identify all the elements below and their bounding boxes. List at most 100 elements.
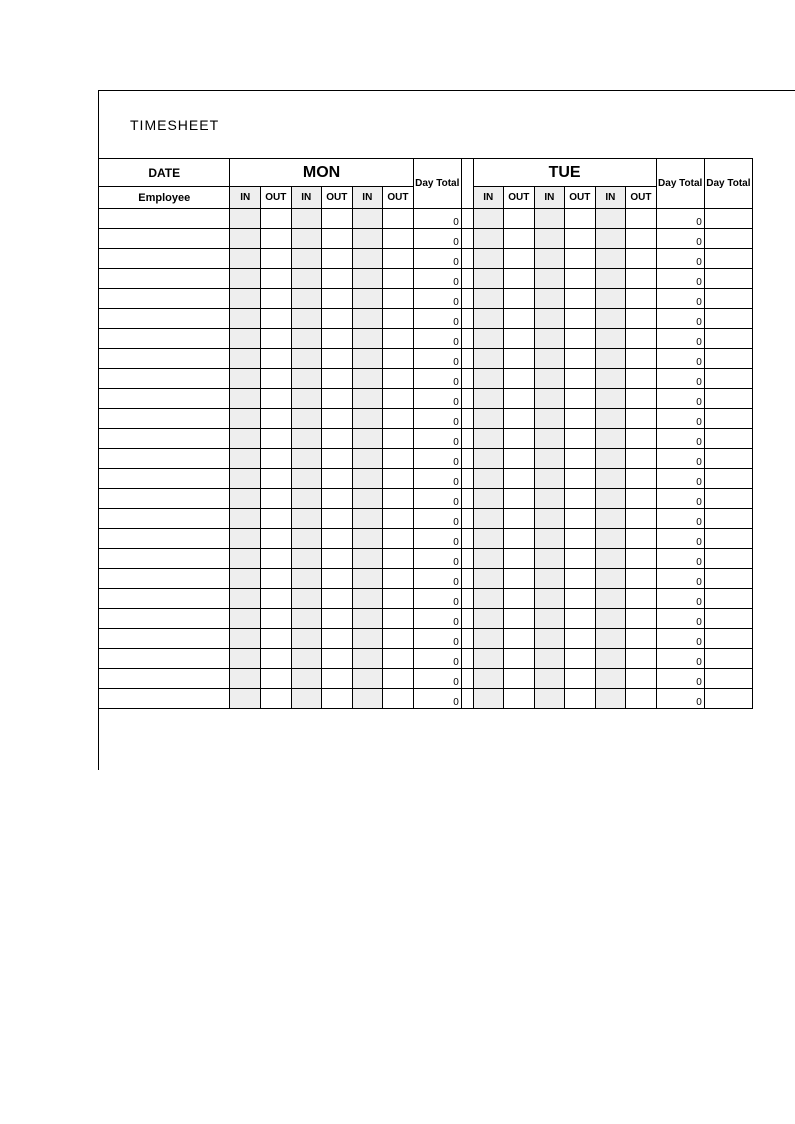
in-cell[interactable]	[352, 269, 383, 289]
employee-cell[interactable]	[99, 569, 230, 589]
employee-cell[interactable]	[99, 549, 230, 569]
in-cell[interactable]	[230, 529, 261, 549]
in-cell[interactable]	[473, 689, 504, 709]
out-cell[interactable]	[383, 249, 414, 269]
out-cell[interactable]	[504, 449, 535, 469]
out-cell[interactable]	[322, 509, 353, 529]
in-cell[interactable]	[534, 629, 565, 649]
in-cell[interactable]	[595, 449, 626, 469]
employee-cell[interactable]	[99, 429, 230, 449]
in-cell[interactable]	[291, 249, 322, 269]
in-cell[interactable]	[534, 509, 565, 529]
out-cell[interactable]	[383, 289, 414, 309]
out-cell[interactable]	[261, 209, 292, 229]
out-cell[interactable]	[565, 509, 596, 529]
out-cell[interactable]	[261, 349, 292, 369]
in-cell[interactable]	[534, 369, 565, 389]
out-cell[interactable]	[322, 349, 353, 369]
in-cell[interactable]	[291, 229, 322, 249]
in-cell[interactable]	[473, 349, 504, 369]
out-cell[interactable]	[504, 249, 535, 269]
in-cell[interactable]	[534, 429, 565, 449]
employee-cell[interactable]	[99, 229, 230, 249]
out-cell[interactable]	[504, 209, 535, 229]
out-cell[interactable]	[504, 549, 535, 569]
in-cell[interactable]	[473, 329, 504, 349]
out-cell[interactable]	[565, 629, 596, 649]
in-cell[interactable]	[230, 549, 261, 569]
out-cell[interactable]	[565, 229, 596, 249]
in-cell[interactable]	[291, 269, 322, 289]
out-cell[interactable]	[261, 369, 292, 389]
out-cell[interactable]	[626, 249, 657, 269]
in-cell[interactable]	[473, 649, 504, 669]
out-cell[interactable]	[626, 269, 657, 289]
in-cell[interactable]	[595, 229, 626, 249]
in-cell[interactable]	[352, 289, 383, 309]
out-cell[interactable]	[322, 669, 353, 689]
out-cell[interactable]	[504, 389, 535, 409]
in-cell[interactable]	[291, 289, 322, 309]
in-cell[interactable]	[291, 389, 322, 409]
in-cell[interactable]	[291, 669, 322, 689]
out-cell[interactable]	[383, 489, 414, 509]
out-cell[interactable]	[383, 229, 414, 249]
in-cell[interactable]	[230, 289, 261, 309]
out-cell[interactable]	[261, 549, 292, 569]
out-cell[interactable]	[322, 369, 353, 389]
in-cell[interactable]	[534, 289, 565, 309]
in-cell[interactable]	[473, 629, 504, 649]
out-cell[interactable]	[261, 229, 292, 249]
out-cell[interactable]	[383, 309, 414, 329]
in-cell[interactable]	[291, 569, 322, 589]
out-cell[interactable]	[261, 249, 292, 269]
in-cell[interactable]	[534, 409, 565, 429]
out-cell[interactable]	[261, 489, 292, 509]
in-cell[interactable]	[595, 329, 626, 349]
out-cell[interactable]	[626, 589, 657, 609]
out-cell[interactable]	[261, 529, 292, 549]
out-cell[interactable]	[565, 489, 596, 509]
out-cell[interactable]	[322, 529, 353, 549]
in-cell[interactable]	[473, 429, 504, 449]
out-cell[interactable]	[565, 529, 596, 549]
in-cell[interactable]	[595, 609, 626, 629]
in-cell[interactable]	[473, 249, 504, 269]
in-cell[interactable]	[291, 349, 322, 369]
employee-cell[interactable]	[99, 409, 230, 429]
out-cell[interactable]	[565, 669, 596, 689]
in-cell[interactable]	[230, 429, 261, 449]
employee-cell[interactable]	[99, 509, 230, 529]
out-cell[interactable]	[261, 629, 292, 649]
out-cell[interactable]	[383, 349, 414, 369]
out-cell[interactable]	[565, 389, 596, 409]
in-cell[interactable]	[352, 589, 383, 609]
in-cell[interactable]	[352, 549, 383, 569]
out-cell[interactable]	[565, 369, 596, 389]
out-cell[interactable]	[626, 409, 657, 429]
out-cell[interactable]	[626, 429, 657, 449]
out-cell[interactable]	[626, 669, 657, 689]
out-cell[interactable]	[383, 469, 414, 489]
out-cell[interactable]	[383, 669, 414, 689]
out-cell[interactable]	[322, 269, 353, 289]
in-cell[interactable]	[291, 609, 322, 629]
out-cell[interactable]	[383, 569, 414, 589]
out-cell[interactable]	[626, 489, 657, 509]
out-cell[interactable]	[504, 669, 535, 689]
in-cell[interactable]	[534, 209, 565, 229]
out-cell[interactable]	[322, 429, 353, 449]
in-cell[interactable]	[473, 669, 504, 689]
out-cell[interactable]	[626, 509, 657, 529]
in-cell[interactable]	[352, 209, 383, 229]
out-cell[interactable]	[626, 689, 657, 709]
employee-cell[interactable]	[99, 309, 230, 329]
in-cell[interactable]	[595, 409, 626, 429]
out-cell[interactable]	[383, 269, 414, 289]
out-cell[interactable]	[565, 689, 596, 709]
in-cell[interactable]	[534, 529, 565, 549]
in-cell[interactable]	[230, 569, 261, 589]
in-cell[interactable]	[230, 609, 261, 629]
out-cell[interactable]	[565, 329, 596, 349]
out-cell[interactable]	[565, 429, 596, 449]
